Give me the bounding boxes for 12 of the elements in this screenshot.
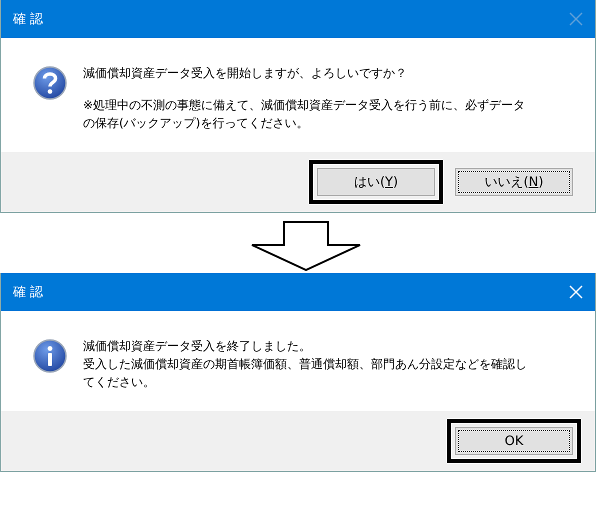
info-icon xyxy=(33,339,67,373)
question-icon xyxy=(33,66,67,100)
window-title: 確 認 xyxy=(13,284,44,301)
message-text: 減価償却資産データ受入を開始しますが、よろしいですか？ xyxy=(83,65,408,82)
down-arrow-icon xyxy=(250,221,362,271)
dialog-button[interactable]: いいえ(N) xyxy=(455,168,573,196)
message-text: 減価償却資産データ受入を終了しました。 xyxy=(83,338,312,355)
message-text: ※処理中の不測の事態に備えて、減価償却資産データ受入を行う前に、必ずデータの保存(バックアップ)を行ってください。 xyxy=(83,97,526,132)
dialog-button[interactable]: はい(Y) xyxy=(317,168,435,196)
dialog-button[interactable]: OK xyxy=(455,427,573,455)
message-text: 受入した減価償却資産の期首帳簿価額、普通償却額、部門あん分設定などを確認してください。 xyxy=(83,356,528,391)
window-title: 確 認 xyxy=(13,11,44,28)
